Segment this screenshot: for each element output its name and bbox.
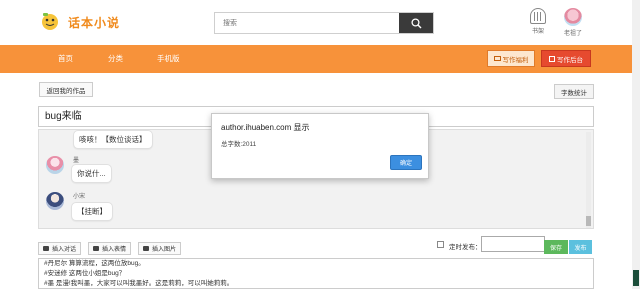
writing-backend-button[interactable]: 写作后台: [541, 50, 591, 67]
nav-mobile[interactable]: 手机版: [157, 53, 180, 64]
avatar: [564, 8, 582, 26]
writing-bonus-label: 写作福利: [502, 56, 529, 64]
page-scrollbar-thumb[interactable]: [633, 270, 639, 286]
bookshelf-icon: [530, 8, 546, 24]
main-nav: 首页 分类 手机版 写作福利 写作后台: [0, 45, 632, 73]
search-button[interactable]: [399, 13, 433, 33]
logo-text[interactable]: 话本小说: [68, 14, 120, 31]
script-editor[interactable]: #丹尼尔 算算流程，这两位放bug。 #安迷修 这两位小姐是bug？ #墨 是漫…: [38, 258, 594, 289]
insert-dialog-button[interactable]: 插入对话: [38, 242, 82, 255]
pen-icon: [549, 55, 555, 62]
writing-bonus-button[interactable]: 写作福利: [487, 50, 535, 67]
avatar: [46, 156, 64, 174]
return-my-works-button[interactable]: 返回我的作品: [39, 82, 93, 97]
insert-dialog-label: 插入对话: [52, 247, 77, 253]
chat-scrollbar[interactable]: [586, 132, 591, 228]
dialog-message: 总字数:2011: [221, 141, 257, 148]
chat-bubble: 【挂断】: [71, 202, 113, 221]
insert-image-button[interactable]: 插入图片: [138, 242, 182, 255]
insert-emoji-button[interactable]: 插入表情: [88, 242, 132, 255]
dialog-title: author.ihuaben.com 显示: [221, 123, 310, 132]
search-box: [214, 12, 434, 34]
emoji-icon: [93, 246, 99, 251]
speaker-name: 小宋: [73, 194, 86, 200]
editor-line: #丹尼尔 算算流程，这两位放bug。: [44, 260, 145, 267]
schedule-checkbox[interactable]: [437, 241, 444, 248]
chat-bubble: 咳咳！【数位谈话】: [73, 130, 153, 149]
chat-scrollbar-thumb[interactable]: [586, 216, 591, 226]
search-icon: [410, 17, 421, 28]
chat-bubble: 你说什...: [71, 164, 112, 183]
schedule-time-input[interactable]: [481, 236, 545, 252]
search-input[interactable]: [215, 13, 401, 33]
insert-image-label: 插入图片: [152, 247, 177, 253]
image-icon: [143, 246, 149, 251]
save-button[interactable]: 保存: [544, 240, 568, 254]
editor-line: #安迷修 这两位小姐是bug？: [44, 270, 126, 277]
word-count-button[interactable]: 字数统计: [554, 84, 594, 99]
envelope-icon: [493, 56, 501, 61]
alert-dialog: author.ihuaben.com 显示 总字数:2011 确定: [211, 113, 429, 179]
nav-category[interactable]: 分类: [108, 53, 123, 64]
dialog-ok-button[interactable]: 确定: [390, 155, 422, 170]
page-scrollbar[interactable]: [632, 0, 640, 289]
insert-emoji-label: 插入表情: [102, 247, 127, 253]
username: 老祖了: [563, 31, 582, 37]
site-header: 话本小说 书架 老祖了: [0, 0, 640, 45]
speaker-name: 墨: [73, 158, 80, 164]
chat-icon: [43, 246, 49, 251]
editor-line: #墨 是漫!我叫墨，大家可以叫我墨好。这是莉莉，可以叫她莉莉。: [44, 280, 234, 287]
avatar: [46, 192, 64, 210]
schedule-label: 定时发布：: [449, 244, 482, 251]
bookshelf-link[interactable]: 书架: [518, 8, 558, 35]
user-menu[interactable]: 老祖了: [553, 8, 593, 37]
bookshelf-label: 书架: [531, 29, 544, 35]
publish-button[interactable]: 发布: [569, 240, 592, 254]
writing-backend-label: 写作后台: [557, 56, 583, 64]
nav-home[interactable]: 首页: [58, 53, 73, 64]
